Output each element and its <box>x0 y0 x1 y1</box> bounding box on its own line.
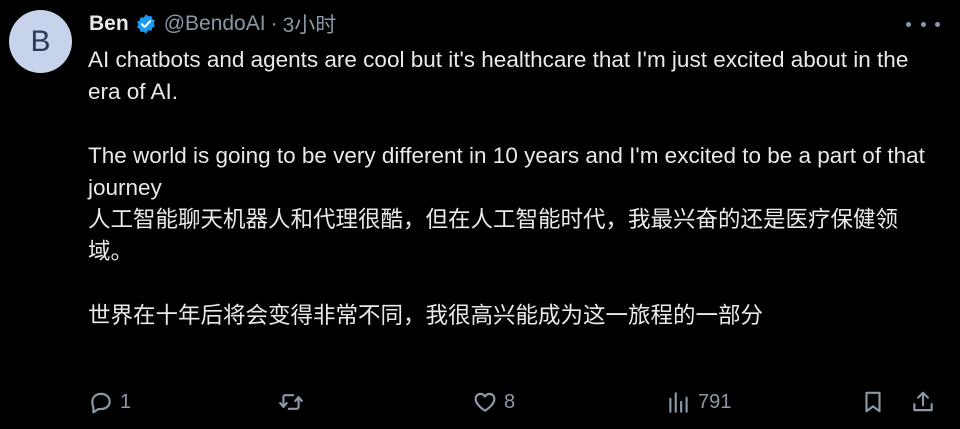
author-name[interactable]: Ben <box>89 12 129 36</box>
more-dot <box>906 21 911 27</box>
avatar-letter: B <box>30 24 51 58</box>
translation-paragraph: 人工智能聊天机器人和代理很酷，但在人工智能时代，我最兴奋的还是医疗保健领域。 <box>88 207 899 264</box>
reply-count: 1 <box>120 390 132 413</box>
tweet-paragraph: The world is going to be very different … <box>88 143 925 200</box>
like-button[interactable]: 8 <box>472 387 515 417</box>
verified-badge-icon[interactable] <box>135 13 157 35</box>
reply-button[interactable]: 1 <box>88 387 131 417</box>
tweet-paragraph: AI chatbots and agents are cool but it's… <box>88 47 909 104</box>
more-dot <box>935 21 940 27</box>
like-count: 8 <box>504 390 516 413</box>
separator-dot: · <box>270 12 278 35</box>
views-icon <box>669 392 688 413</box>
retweet-button[interactable] <box>278 387 310 417</box>
bookmark-button[interactable] <box>860 387 886 417</box>
bookmark-icon <box>865 391 881 413</box>
reply-icon <box>91 392 111 414</box>
author-handle[interactable]: @BendoAI <box>164 12 266 36</box>
timestamp[interactable]: 3小时 <box>283 9 337 39</box>
tweet-body: AI chatbots and agents are cool but it's… <box>88 44 938 332</box>
retweet-icon <box>279 394 303 410</box>
like-icon <box>474 392 496 412</box>
views-count: 791 <box>698 390 732 413</box>
action-bar: 1 8 791 <box>88 387 940 417</box>
share-button[interactable] <box>910 387 936 417</box>
views-button[interactable]: 791 <box>666 387 731 417</box>
more-icon[interactable] <box>906 12 940 36</box>
share-icon <box>913 391 933 412</box>
translation-paragraph: 世界在十年后将会变得非常不同，我很高兴能成为这一旅程的一部分 <box>88 303 764 328</box>
tweet-header: Ben @BendoAI · 3小时 <box>89 8 336 40</box>
avatar[interactable]: B <box>9 10 72 73</box>
more-dot <box>920 21 926 27</box>
